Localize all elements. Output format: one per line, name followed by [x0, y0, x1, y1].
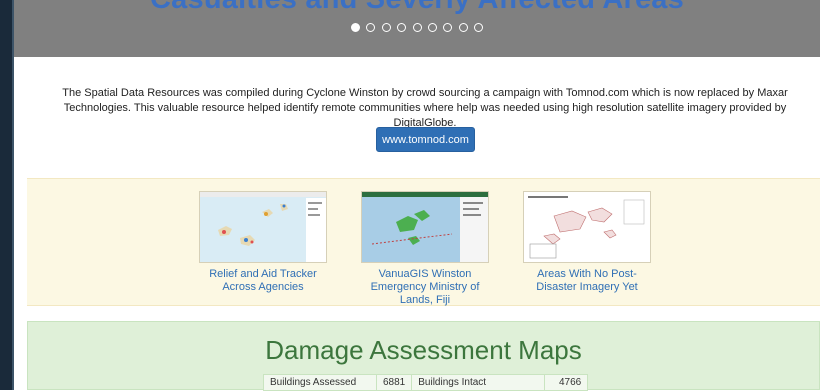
hero-title: Casualties and Severly Affected Areas	[14, 0, 820, 16]
table-row: Buildings Assessed 6881 Buildings Intact…	[263, 374, 589, 391]
resource-card-label[interactable]: VanuaGIS Winston Emergency Ministry of L…	[361, 268, 489, 307]
resource-card[interactable]: Relief and Aid Tracker Across Agencies	[199, 191, 327, 294]
stat-label: Buildings Intact	[411, 374, 546, 391]
carousel-dot[interactable]	[443, 23, 453, 33]
carousel-dot[interactable]	[366, 23, 376, 33]
stat-value: 4766	[544, 374, 589, 391]
map-thumbnail-icon[interactable]	[199, 191, 327, 263]
carousel-dot[interactable]	[458, 23, 468, 33]
intro-text: The Spatial Data Resources was compiled …	[62, 87, 788, 129]
map-thumbnail-icon[interactable]	[361, 191, 489, 263]
damage-assessment-title: Damage Assessment Maps	[265, 335, 582, 365]
carousel-dot[interactable]	[381, 23, 391, 33]
carousel-dot[interactable]	[412, 23, 422, 33]
tomnod-link-button[interactable]: www.tomnod.com	[376, 127, 475, 152]
left-edge-divider	[12, 0, 14, 390]
resource-card-label[interactable]: Relief and Aid Tracker Across Agencies	[199, 268, 327, 294]
stat-value: 6881	[375, 374, 413, 391]
resource-card[interactable]: VanuaGIS Winston Emergency Ministry of L…	[361, 191, 489, 307]
stat-label: Buildings Assessed	[263, 374, 377, 391]
left-edge-bar	[0, 0, 14, 390]
map-thumbnail-icon[interactable]	[523, 191, 651, 263]
carousel-dot[interactable]	[473, 23, 483, 33]
resource-card[interactable]: Areas With No Post-Disaster Imagery Yet	[523, 191, 651, 294]
hero-carousel[interactable]: Casualties and Severly Affected Areas	[14, 0, 820, 57]
resource-card-label[interactable]: Areas With No Post-Disaster Imagery Yet	[523, 268, 651, 294]
damage-assessment-panel: Damage Assessment Maps Buildings Assesse…	[27, 321, 820, 391]
carousel-indicators	[14, 20, 820, 34]
carousel-dot[interactable]	[397, 23, 407, 33]
carousel-dot[interactable]	[351, 23, 361, 33]
resources-panel: Relief and Aid Tracker Across Agencies V…	[27, 178, 820, 306]
damage-stats-table: Buildings Assessed 6881 Buildings Intact…	[263, 374, 589, 391]
carousel-dot[interactable]	[427, 23, 437, 33]
